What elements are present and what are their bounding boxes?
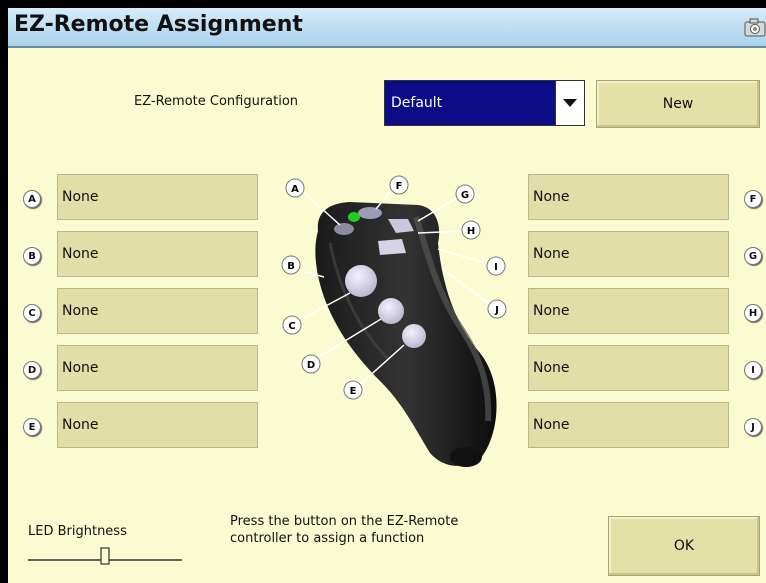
callout-b: B <box>281 255 301 275</box>
instruction-line-1: Press the button on the EZ-Remote <box>230 514 459 529</box>
svg-text:C: C <box>288 321 295 332</box>
callout-h: H <box>461 220 481 240</box>
svg-text:B: B <box>287 261 295 272</box>
letter-badge: G <box>744 247 762 265</box>
letter-badge: A <box>23 190 41 208</box>
callout-f: F <box>389 175 409 195</box>
dropdown-arrow[interactable] <box>555 81 584 125</box>
button-d-shape <box>378 298 404 324</box>
button-j-assignment[interactable]: None <box>528 402 729 448</box>
button-b-assignment[interactable]: None <box>57 231 258 277</box>
svg-text:J: J <box>494 305 499 316</box>
svg-text:G: G <box>461 190 469 201</box>
ok-button[interactable]: OK <box>608 516 760 576</box>
new-button[interactable]: New <box>596 80 760 128</box>
instruction-text: Press the button on the EZ-Remote contro… <box>230 513 458 547</box>
callout-d: D <box>301 354 321 374</box>
instruction-line-2: controller to assign a function <box>230 531 425 546</box>
button-e-shape <box>402 324 426 348</box>
letter-badge: J <box>744 418 762 436</box>
svg-text:D: D <box>307 360 315 371</box>
svg-text:H: H <box>467 226 475 237</box>
config-dropdown[interactable]: Default <box>384 80 585 126</box>
button-f-assignment[interactable]: None <box>528 174 729 220</box>
joystick-diagram: A F G H I J B C D E <box>281 175 507 467</box>
letter-badge: D <box>23 361 41 379</box>
callout-i: I <box>486 256 506 276</box>
chevron-down-icon <box>563 99 577 107</box>
button-e-assignment[interactable]: None <box>57 402 258 448</box>
button-c-assignment[interactable]: None <box>57 288 258 334</box>
callout-c: C <box>282 315 302 335</box>
letter-badge: C <box>23 304 41 322</box>
button-a-assignment[interactable]: None <box>57 174 258 220</box>
title-bar: EZ-Remote Assignment <box>8 8 766 48</box>
callout-e: E <box>343 380 363 400</box>
camera-icon[interactable] <box>744 17 766 37</box>
svg-text:A: A <box>291 184 299 195</box>
button-d-assignment[interactable]: None <box>57 345 258 391</box>
letter-badge: F <box>744 190 762 208</box>
config-selected-value[interactable]: Default <box>385 81 555 125</box>
button-g-assignment[interactable]: None <box>528 231 729 277</box>
letter-badge: I <box>744 361 762 379</box>
button-h-assignment[interactable]: None <box>528 288 729 334</box>
button-i-assignment[interactable]: None <box>528 345 729 391</box>
svg-text:F: F <box>396 181 403 192</box>
config-label: EZ-Remote Configuration <box>134 94 299 109</box>
callout-g: G <box>455 184 475 204</box>
svg-text:I: I <box>494 262 498 273</box>
callout-a: A <box>285 178 305 198</box>
svg-text:E: E <box>350 386 357 397</box>
assignment-window: EZ-Remote Assignment EZ-Remote Configura… <box>8 8 766 583</box>
led-brightness-slider[interactable] <box>28 546 182 566</box>
led-brightness-label: LED Brightness <box>28 524 127 539</box>
button-c-shape <box>345 265 377 297</box>
letter-badge: H <box>744 304 762 322</box>
letter-badge: B <box>23 247 41 265</box>
callout-j: J <box>487 299 507 319</box>
letter-badge: E <box>23 418 41 436</box>
window-title: EZ-Remote Assignment <box>14 12 303 37</box>
slider-thumb <box>100 547 110 565</box>
